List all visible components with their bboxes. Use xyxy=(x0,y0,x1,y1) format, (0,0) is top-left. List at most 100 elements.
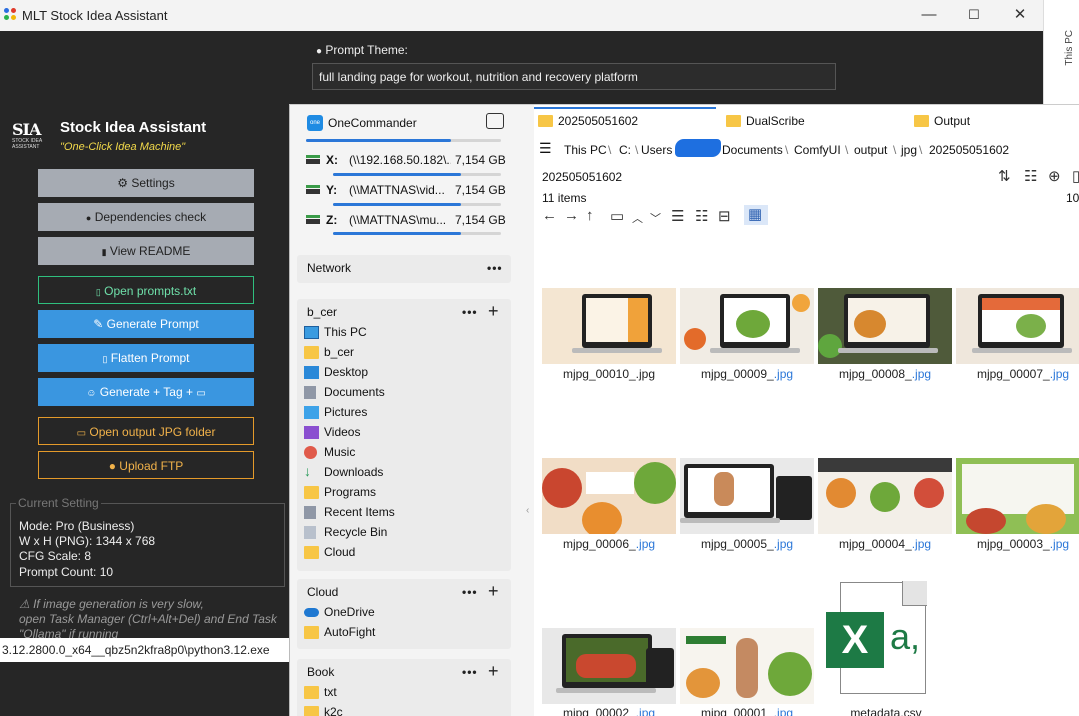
add-icon[interactable]: + xyxy=(488,661,499,682)
add-icon[interactable]: + xyxy=(488,581,499,602)
thumbnail-mjpg-00006[interactable] xyxy=(542,458,676,534)
prompt-theme-input[interactable]: full landing page for workout, nutrition… xyxy=(312,63,836,90)
thumbnail-mjpg-00009[interactable] xyxy=(680,288,814,364)
drive-usage-bar xyxy=(333,173,501,176)
upload-ftp-button[interactable]: ● Upload FTP xyxy=(38,451,254,479)
thumbnail-mjpg-00008[interactable] xyxy=(818,288,952,364)
sort-icon[interactable]: ⇅ xyxy=(998,167,1011,185)
gear-icon: ⚙ xyxy=(117,176,129,190)
prompt-theme-label: ● Prompt Theme: xyxy=(316,43,408,57)
file-name[interactable]: mjpg_00003_.jpg xyxy=(953,537,1079,551)
crumb-documents[interactable]: Documents xyxy=(722,143,783,157)
thumbnail-mjpg-00007[interactable] xyxy=(956,288,1079,364)
file-name[interactable]: mjpg_00008_.jpg xyxy=(815,367,955,381)
crumb-jpg[interactable]: jpg xyxy=(901,143,917,157)
thumbnail-mjpg-00002[interactable] xyxy=(542,628,676,704)
network-drive-icon xyxy=(306,215,320,225)
back-arrow-icon[interactable]: ← xyxy=(542,207,557,224)
more-icon[interactable]: ••• xyxy=(462,305,478,319)
file-name[interactable]: mjpg_00005_.jpg xyxy=(677,537,817,551)
open-output-folder-button[interactable]: ▭ Open output JPG folder xyxy=(38,417,254,445)
file-name[interactable]: mjpg_00007_.jpg xyxy=(953,367,1079,381)
tiles-view-icon[interactable]: ⊟ xyxy=(718,207,731,225)
crumb-comfyui[interactable]: ComfyUI xyxy=(794,143,841,157)
flatten-prompt-button[interactable]: ▯ Flatten Prompt xyxy=(38,344,254,372)
more-icon[interactable]: ••• xyxy=(487,261,503,275)
folder-icon xyxy=(304,346,319,359)
size-text: W x H (PNG): 1344 x 768 xyxy=(19,534,156,548)
crumb-users[interactable]: Users xyxy=(641,143,672,157)
add-icon[interactable]: + xyxy=(488,301,499,322)
thumbnail-mjpg-00003[interactable] xyxy=(956,458,1079,534)
tab-dualscribe[interactable]: DualScribe xyxy=(722,111,902,133)
thumbnail-mjpg-00010[interactable] xyxy=(542,288,676,364)
file-name[interactable]: mjpg_00002_.jpg xyxy=(539,706,679,716)
breadcrumb: ☰ This PC \ C: \ Users Documents \ Comfy… xyxy=(539,139,1010,157)
network-panel[interactable]: Network ••• xyxy=(297,255,511,283)
details-view-icon[interactable]: ☷ xyxy=(695,207,708,225)
drive-x[interactable]: X: (\\192.168.50.182\... 7,154 GB xyxy=(306,151,506,171)
file-name[interactable]: mjpg_00001_.jpg xyxy=(677,706,817,716)
crumb-this-pc[interactable]: This PC xyxy=(564,143,607,157)
more-icon[interactable]: ••• xyxy=(462,585,478,599)
more-icon[interactable]: ••• xyxy=(462,665,478,679)
onedrive-icon xyxy=(304,608,319,617)
minimize-icon[interactable]: — xyxy=(917,5,941,25)
drive-z[interactable]: Z: (\\MATTNAS\mu... 7,154 GB xyxy=(306,211,506,231)
title-bar[interactable]: MLT Stock Idea Assistant — ☐ ✕ xyxy=(0,0,1043,31)
drive-y[interactable]: Y: (\\MATTNAS\vid... 7,154 GB xyxy=(306,181,506,201)
open-prompts-button[interactable]: ▯ Open prompts.txt xyxy=(38,276,254,304)
view-readme-button[interactable]: ▮ View README xyxy=(38,237,254,265)
pane-splitter[interactable]: ‹ xyxy=(526,505,529,516)
drive-usage-bar xyxy=(306,139,501,142)
picture-icon xyxy=(304,406,319,419)
panel-icon[interactable]: ▯ xyxy=(1072,167,1079,185)
folder-icon xyxy=(538,115,553,127)
generate-prompt-button[interactable]: ✎ Generate Prompt xyxy=(38,310,254,338)
video-icon xyxy=(304,426,319,439)
app-title: Stock Idea Assistant xyxy=(60,119,207,136)
crumb-c[interactable]: C: xyxy=(619,143,631,157)
magnifier-icon: ● xyxy=(85,213,92,223)
thumbnail-mjpg-00004[interactable] xyxy=(818,458,952,534)
sidebar: one OneCommander X: (\\192.168.50.182\..… xyxy=(290,105,530,716)
crumb-output[interactable]: output xyxy=(854,143,887,157)
dependencies-check-button[interactable]: ● Dependencies check xyxy=(38,203,254,231)
folder-icon xyxy=(914,115,929,127)
folder-icon: ▭ xyxy=(76,428,87,439)
add-circle-icon[interactable]: ⊕ xyxy=(1048,167,1061,185)
current-folder-name: 202505051602 xyxy=(542,170,623,184)
chevron-down-icon[interactable]: ﹀ xyxy=(650,210,661,226)
forward-arrow-icon[interactable]: → xyxy=(564,207,579,224)
app-subtitle: "One-Click Idea Machine" xyxy=(60,141,186,153)
close-icon[interactable]: ✕ xyxy=(1008,5,1032,25)
list-view-icon[interactable]: ☰ xyxy=(671,207,684,225)
cfg-text: CFG Scale: 8 xyxy=(19,549,92,563)
warning-text: ⚠ If image generation is very slow, xyxy=(19,597,204,611)
new-window-icon[interactable] xyxy=(486,113,504,129)
crumb-202505051602[interactable]: 202505051602 xyxy=(929,143,1009,157)
maximize-icon[interactable]: ☐ xyxy=(962,5,986,25)
excel-file-icon[interactable]: X a, xyxy=(826,581,927,696)
file-name[interactable]: mjpg_00006_.jpg xyxy=(539,537,679,551)
document-icon xyxy=(304,386,316,399)
file-name[interactable]: mjpg_00009_.jpg xyxy=(677,367,817,381)
tab-output[interactable]: Output xyxy=(910,111,1070,133)
file-name[interactable]: mjpg_00004_.jpg xyxy=(815,537,955,551)
thumbnail-mjpg-00005[interactable] xyxy=(680,458,814,534)
details-icon[interactable]: ☷ xyxy=(1024,167,1037,185)
generate-tag-button[interactable]: ☺ Generate + Tag + ▭ xyxy=(38,378,254,406)
app-name: OneCommander xyxy=(328,116,417,130)
settings-button[interactable]: ⚙ Settings xyxy=(38,169,254,197)
new-folder-icon[interactable]: ▭ xyxy=(610,207,624,225)
drive-usage-bar xyxy=(333,232,501,235)
thumbnail-mjpg-00001[interactable] xyxy=(680,628,814,704)
tab-202505051602[interactable]: 202505051602 xyxy=(534,111,714,133)
file-name[interactable]: metadata.csv xyxy=(816,706,956,716)
file-name[interactable]: mjpg_00010_.jpg xyxy=(539,367,679,381)
chevron-up-icon[interactable]: ︿ xyxy=(632,210,643,226)
folder-icon xyxy=(304,546,319,559)
hamburger-menu-icon[interactable]: ☰ xyxy=(539,140,552,157)
thumbnail-view-button[interactable]: ▦ xyxy=(744,205,768,225)
up-arrow-icon[interactable]: ↑ xyxy=(586,207,594,224)
